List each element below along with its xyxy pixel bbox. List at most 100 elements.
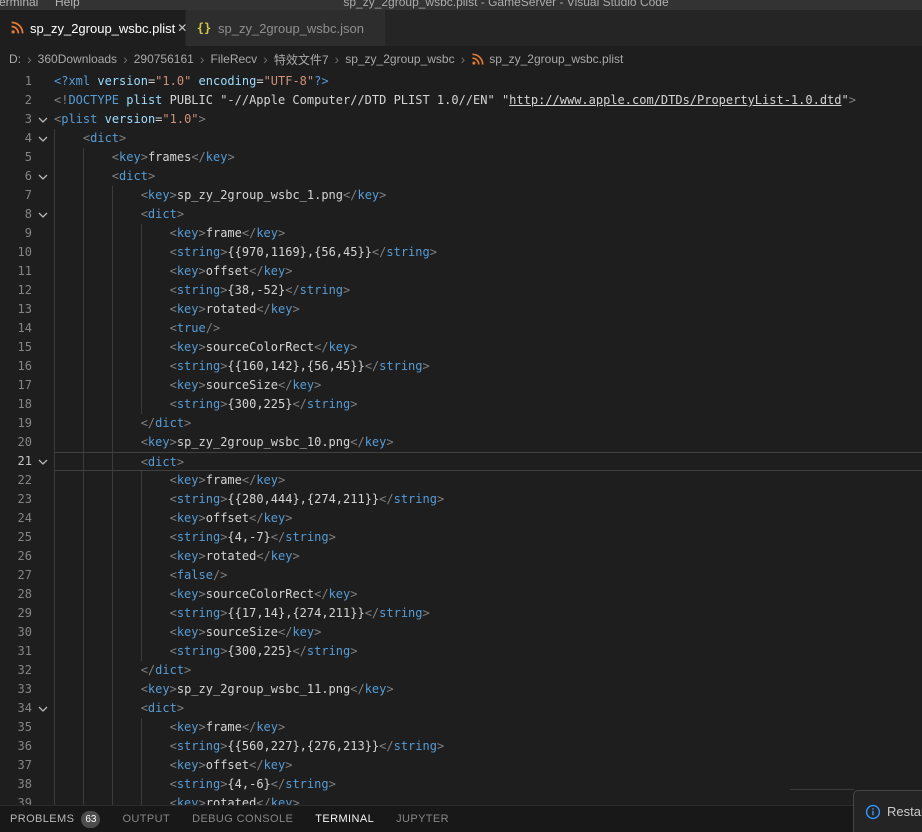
menu-help[interactable]: Help [55,0,80,9]
code-line[interactable]: 35 <key>frame</key> [0,718,922,737]
panel-tab-output[interactable]: OUTPUT [122,813,170,825]
breadcrumb-item[interactable]: sp_zy_2group_wsbc [345,52,454,66]
code-line[interactable]: 15 <key>sourceColorRect</key> [0,338,922,357]
tab-json[interactable]: {} sp_zy_2group_wsbc.json [186,10,386,46]
code-line[interactable]: 30 <key>sourceSize</key> [0,623,922,642]
code-line[interactable]: 8 <dict> [0,205,922,224]
fold-chevron-icon[interactable] [32,205,54,224]
code-line[interactable]: 18 <string>{300,225}</string> [0,395,922,414]
code-line[interactable]: 38 <string>{4,-6}</string> [0,775,922,794]
line-number: 19 [17,416,32,430]
code-text: <string>{300,225}</string> [54,395,922,414]
code-line[interactable]: 10 <string>{{970,1169},{56,45}}</string> [0,243,922,262]
breadcrumb-item[interactable]: 290756161 [134,52,194,66]
code-line[interactable]: 31 <string>{300,225}</string> [0,642,922,661]
line-number: 24 [17,511,32,525]
breadcrumb-item[interactable]: 特效文件7 [274,51,329,68]
code-text: <key>offset</key> [54,756,922,775]
code-line[interactable]: 29 <string>{{17,14},{274,211}}</string> [0,604,922,623]
code-line[interactable]: 14 <true/> [0,319,922,338]
fold-chevron-icon[interactable] [32,452,54,471]
line-number: 1 [24,74,32,88]
panel-tab-problems[interactable]: PROBLEMS 63 [10,810,101,828]
notification-toast[interactable]: Restart [853,790,922,832]
code-line[interactable]: 19 </dict> [0,414,922,433]
code-line[interactable]: 11 <key>offset</key> [0,262,922,281]
code-line[interactable]: 4 <dict> [0,129,922,148]
code-line[interactable]: 12 <string>{38,-52}</string> [0,281,922,300]
code-line[interactable]: 39 <key>rotated</key> [0,794,922,805]
code-line[interactable]: 13 <key>rotated</key> [0,300,922,319]
panel-tab-jupyter[interactable]: JUPYTER [396,813,449,825]
code-text: <key>offset</key> [54,509,922,528]
code-text: <!DOCTYPE plist PUBLIC "-//Apple Compute… [54,93,856,107]
plist-rss-icon [471,53,485,67]
code-line[interactable]: 9 <key>frame</key> [0,224,922,243]
code-line[interactable]: 32 </dict> [0,661,922,680]
code-line[interactable]: 17 <key>sourceSize</key> [0,376,922,395]
code-line[interactable]: 16 <string>{{160,142},{56,45}}</string> [0,357,922,376]
code-line[interactable]: 3 <plist version="1.0"> [0,110,922,129]
menu-terminal[interactable]: Terminal [0,0,38,9]
code-editor[interactable]: 1 <?xml version="1.0" encoding="UTF-8"?> 2… [0,72,922,805]
code-line[interactable]: 6 <dict> [0,167,922,186]
line-number: 37 [17,758,32,772]
title-bar: Terminal Help sp_zy_2group_wsbc.plist - … [0,0,922,10]
breadcrumb-item[interactable]: 360Downloads [38,52,117,66]
code-line[interactable]: 27 <false/> [0,566,922,585]
line-number: 23 [17,492,32,506]
code-text: <dict> [54,699,922,718]
breadcrumb-item-file[interactable]: sp_zy_2group_wsbc.plist [471,52,623,66]
code-line[interactable]: 21 <dict> [0,452,922,471]
line-number: 39 [17,796,32,805]
code-text: <key>rotated</key> [54,794,922,805]
code-line[interactable]: 7 <key>sp_zy_2group_wsbc_1.png</key> [0,186,922,205]
code-line[interactable]: 26 <key>rotated</key> [0,547,922,566]
fold-chevron-icon[interactable] [32,167,54,186]
code-line[interactable]: 25 <string>{4,-7}</string> [0,528,922,547]
fold-chevron-icon[interactable] [32,129,54,148]
code-text: <dict> [54,452,922,471]
code-text: <key>sp_zy_2group_wsbc_10.png</key> [54,433,922,452]
code-text: <string>{4,-7}</string> [54,528,922,547]
code-line[interactable]: 1 <?xml version="1.0" encoding="UTF-8"?> [0,72,922,91]
panel-tab-terminal[interactable]: TERMINAL [315,813,374,825]
code-line[interactable]: 22 <key>frame</key> [0,471,922,490]
code-line[interactable]: 37 <key>offset</key> [0,756,922,775]
breadcrumb-item[interactable]: FileRecv [210,52,257,66]
code-text: <key>frames</key> [54,148,922,167]
code-line[interactable]: 5 <key>frames</key> [0,148,922,167]
breadcrumb-item-drive[interactable]: D: [9,52,21,66]
fold-chevron-icon[interactable] [32,699,54,718]
line-number: 7 [24,188,32,202]
tab-plist[interactable]: sp_zy_2group_wsbc.plist ✕ [0,10,187,46]
code-line[interactable]: 2 <!DOCTYPE plist PUBLIC "-//Apple Comput… [0,91,922,110]
code-line[interactable]: 36 <string>{{560,227},{276,213}}</string> [0,737,922,756]
line-number: 29 [17,606,32,620]
code-line[interactable]: 23 <string>{{280,444},{274,211}}</string> [0,490,922,509]
code-text: <key>rotated</key> [54,300,922,319]
line-number: 26 [17,549,32,563]
vscode-window: Terminal Help sp_zy_2group_wsbc.plist - … [0,0,922,832]
code-line[interactable]: 34 <dict> [0,699,922,718]
code-line[interactable]: 20 <key>sp_zy_2group_wsbc_10.png</key> [0,433,922,452]
code-text: <string>{{160,142},{56,45}}</string> [54,357,922,376]
panel-tab-debug-console[interactable]: DEBUG CONSOLE [192,813,293,825]
code-line[interactable]: 33 <key>sp_zy_2group_wsbc_11.png</key> [0,680,922,699]
code-line[interactable]: 28 <key>sourceColorRect</key> [0,585,922,604]
problems-count-badge: 63 [81,810,101,828]
line-number: 13 [17,302,32,316]
line-number: 21 [17,454,32,468]
line-number: 14 [17,321,32,335]
code-line[interactable]: 24 <key>offset</key> [0,509,922,528]
fold-chevron-icon[interactable] [32,110,54,129]
